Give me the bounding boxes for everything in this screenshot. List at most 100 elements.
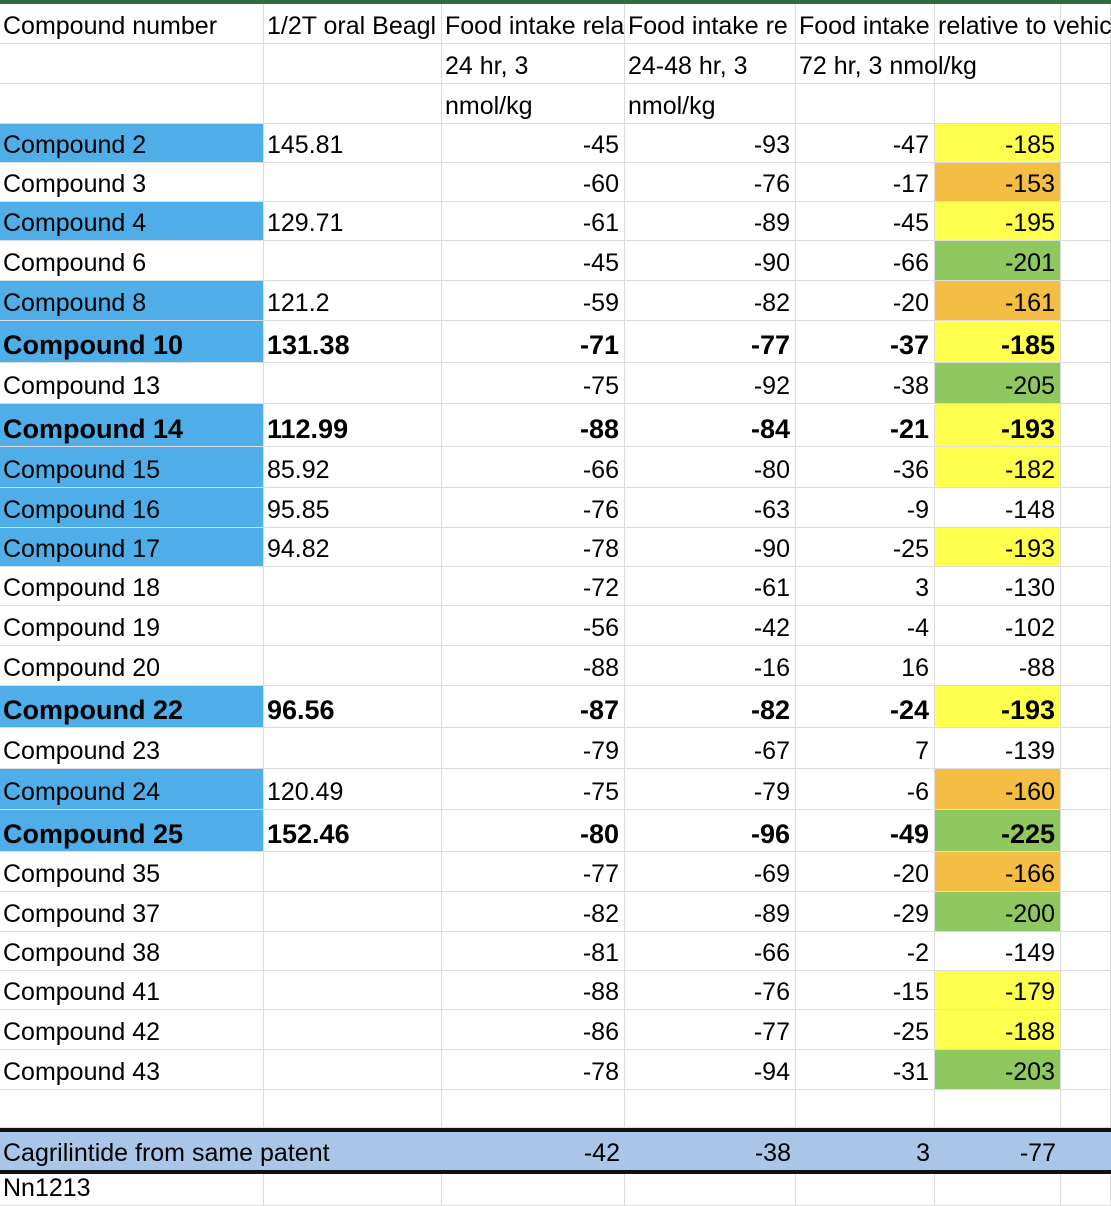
cell-intake-total[interactable]: [935, 1174, 1061, 1206]
cell-extra[interactable]: [1061, 1132, 1111, 1170]
cell-intake-24hr[interactable]: -61: [442, 202, 625, 241]
cell-intake-24-48hr[interactable]: -94: [625, 1050, 796, 1090]
cell-beagle-value[interactable]: 145.81: [264, 124, 442, 163]
cell-beagle-value[interactable]: [264, 1050, 442, 1090]
cell-intake-total[interactable]: -185: [935, 124, 1061, 163]
cell-intake-72hr[interactable]: -36: [796, 447, 935, 488]
cell-compound-name[interactable]: Compound 38: [0, 932, 264, 971]
cell-intake-24-48hr[interactable]: -90: [625, 241, 796, 281]
cell-intake-total[interactable]: -188: [935, 1010, 1061, 1050]
cell-intake-72hr[interactable]: -24: [796, 686, 935, 728]
cell-intake-total[interactable]: -88: [935, 646, 1061, 686]
cell-intake-72hr[interactable]: -4: [796, 606, 935, 646]
cell-intake-24hr[interactable]: [442, 1174, 625, 1206]
cell-compound-name[interactable]: Compound 19: [0, 606, 264, 646]
cell-intake-24-48hr[interactable]: -79: [625, 769, 796, 810]
cell-compound-name[interactable]: Compound 3: [0, 163, 264, 202]
cagrilintide-label[interactable]: Cagrilintide from same patent: [0, 1132, 442, 1170]
cell-extra[interactable]: [1061, 686, 1111, 728]
cell-compound-name[interactable]: Compound 22: [0, 686, 264, 728]
cell-compound-name[interactable]: Compound 10: [0, 321, 264, 363]
cell-beagle-value[interactable]: 152.46: [264, 810, 442, 852]
cell-compound-name[interactable]: Compound 42: [0, 1010, 264, 1050]
header-cell[interactable]: [1061, 44, 1111, 84]
cell-intake-24-48hr[interactable]: -77: [625, 1010, 796, 1050]
cell-compound-name[interactable]: Compound 8: [0, 281, 264, 321]
header-cell[interactable]: 24-48 hr, 3: [625, 44, 796, 84]
cell-compound-name[interactable]: Compound 18: [0, 567, 264, 606]
cell-intake-24-48hr[interactable]: -84: [625, 404, 796, 447]
cagrilintide-value[interactable]: 3: [796, 1132, 935, 1170]
cell-intake-72hr[interactable]: [796, 1090, 935, 1128]
header-cell[interactable]: [796, 84, 935, 124]
cell-intake-24hr[interactable]: -75: [442, 769, 625, 810]
cell-intake-24-48hr[interactable]: -89: [625, 892, 796, 932]
cell-extra[interactable]: [1061, 163, 1111, 202]
header-cell[interactable]: [264, 84, 442, 124]
cell-intake-24hr[interactable]: [442, 1090, 625, 1128]
cell-extra[interactable]: [1061, 1010, 1111, 1050]
cell-compound-name[interactable]: Compound 24: [0, 769, 264, 810]
cell-intake-72hr[interactable]: -20: [796, 852, 935, 892]
cell-intake-24-48hr[interactable]: -80: [625, 447, 796, 488]
cell-beagle-value[interactable]: 95.85: [264, 488, 442, 528]
cell-extra[interactable]: [1061, 528, 1111, 567]
header-cell[interactable]: [264, 44, 442, 84]
cell-intake-24-48hr[interactable]: -63: [625, 488, 796, 528]
cell-beagle-value[interactable]: [264, 567, 442, 606]
cell-compound-name[interactable]: Compound 16: [0, 488, 264, 528]
cell-intake-total[interactable]: -160: [935, 769, 1061, 810]
cell-intake-24hr[interactable]: -78: [442, 1050, 625, 1090]
cell-beagle-value[interactable]: [264, 1090, 442, 1128]
cell-intake-24hr[interactable]: -88: [442, 404, 625, 447]
cell-intake-24-48hr[interactable]: -76: [625, 163, 796, 202]
cell-beagle-value[interactable]: [264, 971, 442, 1010]
cell-extra[interactable]: [1061, 728, 1111, 769]
cell-intake-total[interactable]: -195: [935, 202, 1061, 241]
cell-beagle-value[interactable]: 131.38: [264, 321, 442, 363]
cell-intake-24hr[interactable]: -88: [442, 646, 625, 686]
cell-beagle-value[interactable]: [264, 646, 442, 686]
cell-beagle-value[interactable]: [264, 163, 442, 202]
cell-extra[interactable]: [1061, 447, 1111, 488]
cell-compound-name[interactable]: Compound 41: [0, 971, 264, 1010]
cell-extra[interactable]: [1061, 646, 1111, 686]
cell-intake-72hr[interactable]: -49: [796, 810, 935, 852]
cell-intake-24-48hr[interactable]: -61: [625, 567, 796, 606]
header-cell[interactable]: nmol/kg: [442, 84, 625, 124]
cell-intake-72hr[interactable]: 16: [796, 646, 935, 686]
cell-beagle-value[interactable]: [264, 241, 442, 281]
cell-intake-24hr[interactable]: -45: [442, 241, 625, 281]
cell-intake-72hr[interactable]: -31: [796, 1050, 935, 1090]
cell-intake-72hr[interactable]: -45: [796, 202, 935, 241]
cell-intake-24-48hr[interactable]: -93: [625, 124, 796, 163]
cell-intake-72hr[interactable]: -6: [796, 769, 935, 810]
header-cell[interactable]: [935, 84, 1061, 124]
cell-compound-name[interactable]: Compound 14: [0, 404, 264, 447]
cell-intake-72hr[interactable]: 7: [796, 728, 935, 769]
header-cell[interactable]: Food intake rela: [442, 4, 625, 44]
cell-compound-name[interactable]: Compound 23: [0, 728, 264, 769]
cell-intake-24-48hr[interactable]: -96: [625, 810, 796, 852]
cell-intake-total[interactable]: -205: [935, 363, 1061, 404]
cell-intake-72hr[interactable]: -21: [796, 404, 935, 447]
cell-compound-name[interactable]: Compound 13: [0, 363, 264, 404]
cell-intake-total[interactable]: -182: [935, 447, 1061, 488]
cell-intake-total[interactable]: -203: [935, 1050, 1061, 1090]
cell-intake-total[interactable]: -161: [935, 281, 1061, 321]
cell-intake-total[interactable]: -200: [935, 892, 1061, 932]
cell-beagle-value[interactable]: 96.56: [264, 686, 442, 728]
cell-intake-24-48hr[interactable]: -90: [625, 528, 796, 567]
cell-intake-total[interactable]: -102: [935, 606, 1061, 646]
cell-intake-24hr[interactable]: -45: [442, 124, 625, 163]
cell-beagle-value[interactable]: 112.99: [264, 404, 442, 447]
cell-intake-72hr[interactable]: -38: [796, 363, 935, 404]
cell-intake-72hr[interactable]: -25: [796, 528, 935, 567]
cagrilintide-value[interactable]: -38: [625, 1132, 796, 1170]
cell-intake-24-48hr[interactable]: -82: [625, 281, 796, 321]
cell-intake-24hr[interactable]: -59: [442, 281, 625, 321]
cell-intake-total[interactable]: -193: [935, 404, 1061, 447]
cell-beagle-value[interactable]: [264, 606, 442, 646]
cell-beagle-value[interactable]: 129.71: [264, 202, 442, 241]
cell-intake-24hr[interactable]: -79: [442, 728, 625, 769]
